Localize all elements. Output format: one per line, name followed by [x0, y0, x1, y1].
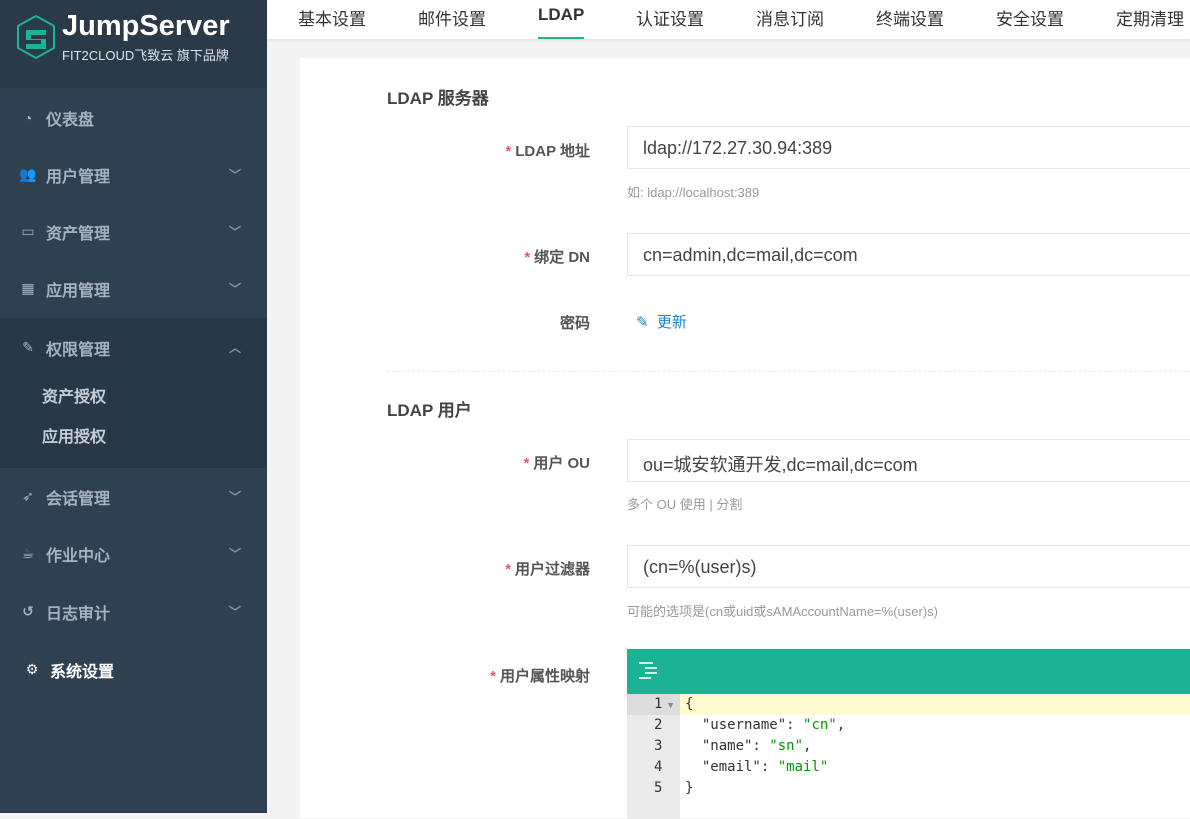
ldap-address-input[interactable]: ldap://172.27.30.94:389	[627, 126, 1190, 169]
menu-settings[interactable]: ⚙ 系统设置	[0, 641, 267, 698]
menu-label: 应用管理	[46, 282, 111, 300]
gears-icon: ⚙	[25, 661, 39, 677]
tab-email[interactable]: 邮件设置	[418, 5, 486, 30]
update-label: 更新	[656, 314, 687, 331]
user-filter-label: * 用户过滤器	[505, 561, 590, 578]
tab-auth[interactable]: 认证设置	[636, 5, 704, 30]
chevron-up-icon: ︿	[228, 341, 241, 355]
code-line: "username": "cn",	[685, 717, 846, 733]
users-icon: 👥	[19, 166, 37, 182]
tab-messages[interactable]: 消息订阅	[756, 5, 824, 30]
section-title-ldap-user: LDAP 用户	[387, 401, 472, 420]
menu-label: 资产管理	[46, 225, 111, 243]
tab-basic[interactable]: 基本设置	[298, 5, 366, 30]
menu-jobs[interactable]: ☕ 作业中心 ﹀	[0, 525, 267, 582]
tab-ldap[interactable]: LDAP	[538, 5, 585, 39]
line-number: 4	[654, 759, 663, 775]
code-line: "name": "sn",	[685, 738, 812, 754]
menu-permissions[interactable]: ✎ 权限管理 ︿	[0, 319, 267, 376]
sidebar: JumpServer FIT2CLOUD飞致云 旗下品牌 ◔ 仪表盘 👥 用户管理 ﹀…	[0, 0, 267, 813]
editor-toolbar	[627, 649, 1190, 694]
chevron-down-icon: ﹀	[228, 225, 241, 239]
attr-map-label: * 用户属性映射	[490, 668, 590, 685]
ldap-address-label: * LDAP 地址	[505, 143, 590, 160]
menu-label: 日志审计	[46, 605, 111, 623]
ldap-address-help: 如: ldap://localhost:389	[627, 185, 760, 200]
menu-dashboard[interactable]: ◔ 仪表盘	[0, 89, 267, 146]
format-icon[interactable]	[639, 662, 657, 679]
tab-cleaning[interactable]: 定期清理	[1116, 5, 1184, 30]
menu-sessions[interactable]: ➶ 会话管理 ﹀	[0, 468, 267, 525]
code-line: {	[685, 696, 694, 712]
update-password-link[interactable]: ✎ 更新	[636, 311, 687, 332]
menu-applications[interactable]: ▦ 应用管理 ﹀	[0, 260, 267, 317]
user-ou-label: * 用户 OU	[523, 455, 590, 472]
chevron-down-icon: ﹀	[228, 605, 241, 619]
pencil-icon: ✎	[636, 314, 649, 331]
line-number: 5	[654, 780, 663, 796]
line-number: 1 ▼	[654, 696, 674, 712]
divider	[387, 371, 1190, 372]
inbox-icon: ▭	[21, 223, 35, 239]
menu-audits[interactable]: ↺ 日志审计 ﹀	[0, 583, 267, 640]
history-icon: ↺	[22, 603, 34, 619]
settings-tabs: 基本设置 邮件设置 LDAP 认证设置 消息订阅 终端设置 安全设置 定期清理	[267, 0, 1190, 39]
edit-icon: ✎	[22, 339, 34, 355]
rocket-icon: ➶	[22, 488, 34, 504]
password-label: 密码	[559, 315, 590, 332]
chevron-down-icon: ﹀	[228, 282, 241, 296]
line-number: 3	[654, 738, 663, 754]
bind-dn-input[interactable]: cn=admin,dc=mail,dc=com	[627, 233, 1190, 276]
menu-label: 仪表盘	[46, 111, 95, 129]
brand-tagline: FIT2CLOUD飞致云 旗下品牌	[62, 48, 229, 63]
user-ou-help: 多个 OU 使用 | 分割	[627, 497, 743, 512]
chevron-down-icon: ﹀	[228, 547, 241, 561]
chevron-down-icon: ﹀	[228, 490, 241, 504]
menu-assets[interactable]: ▭ 资产管理 ﹀	[0, 203, 267, 260]
submenu-asset-permission[interactable]: 资产授权	[42, 383, 106, 407]
jumpserver-logo-icon	[17, 14, 55, 60]
code-line: }	[685, 780, 694, 796]
logo[interactable]: JumpServer FIT2CLOUD飞致云 旗下品牌	[0, 0, 267, 88]
menu-users[interactable]: 👥 用户管理 ﹀	[0, 146, 267, 203]
section-title-ldap-server: LDAP 服务器	[387, 89, 489, 108]
menu-label: 会话管理	[46, 490, 111, 508]
user-filter-help: 可能的选项是(cn或uid或sAMAccountName=%(user)s)	[627, 604, 938, 619]
code-line: "email": "mail"	[685, 759, 829, 775]
user-ou-input[interactable]: ou=城安软通开发,dc=mail,dc=com	[627, 439, 1190, 482]
menu-label: 权限管理	[46, 341, 111, 359]
chevron-down-icon: ﹀	[228, 168, 241, 182]
menu-label: 用户管理	[46, 168, 111, 186]
attr-map-json-editor[interactable]: 1 ▼ 2 3 4 5 { "username": "cn", "name": …	[627, 649, 1190, 819]
dashboard-icon: ◔	[23, 109, 33, 126]
tab-terminal[interactable]: 终端设置	[876, 5, 944, 30]
user-filter-input[interactable]: (cn=%(user)s)	[627, 545, 1190, 588]
menu-label: 作业中心	[46, 547, 111, 565]
bind-dn-label: * 绑定 DN	[524, 249, 590, 266]
tab-security[interactable]: 安全设置	[996, 5, 1064, 30]
submenu-app-permission[interactable]: 应用授权	[42, 423, 106, 447]
line-number: 2	[654, 717, 663, 733]
menu-label: 系统设置	[50, 663, 115, 681]
brand-name: JumpServer	[62, 10, 230, 42]
grid-icon: ▦	[21, 280, 35, 296]
coffee-icon: ☕	[21, 545, 35, 561]
